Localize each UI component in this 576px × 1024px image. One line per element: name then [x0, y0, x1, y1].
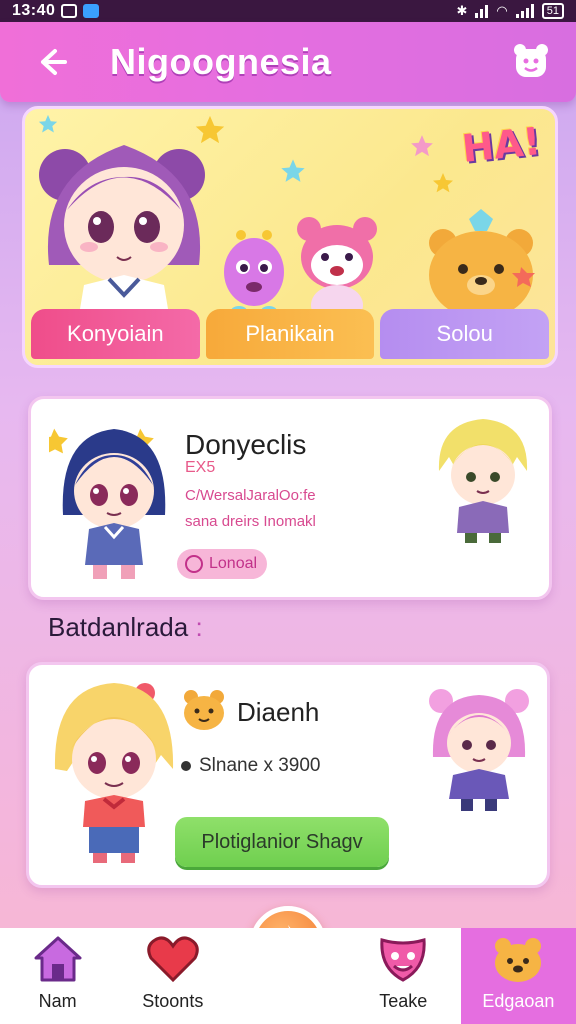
home-icon — [34, 936, 82, 982]
item-price-text: Slnane x 3900 — [199, 755, 321, 776]
nav-home[interactable]: Nam — [0, 928, 115, 1024]
bottom-navigation: Nam Stoonts Teake Edgaoan — [0, 928, 576, 1024]
featured-name: Donyeclis — [185, 429, 307, 460]
chip-icon — [185, 555, 203, 573]
orange-bear-badge-icon — [184, 690, 224, 730]
hero-banner[interactable]: HA! Konyoiain Planikain Solou — [22, 106, 558, 368]
item-name: Diaenh — [237, 697, 320, 727]
battery-icon: 51 — [541, 3, 564, 19]
section-title: Batdanlrada : — [48, 612, 203, 643]
star-icon — [281, 159, 305, 182]
page-title: Nigoognesia — [110, 41, 332, 82]
section-title-text: Batdanlrada — [48, 612, 189, 642]
orange-bear-illustration — [429, 209, 535, 319]
heart-icon — [147, 936, 199, 983]
status-bar: 13:40 ✱ ◠ 51 — [0, 0, 576, 22]
bluetooth-icon: ✱ — [456, 3, 468, 18]
featured-character-card[interactable]: Donyeclis EX5 C/WersalJaralOo:fe sana dr… — [28, 396, 552, 600]
nav-home-label: Nam — [38, 991, 77, 1011]
blue-hair-girl-illustration — [49, 428, 166, 579]
profile-button[interactable] — [508, 38, 554, 84]
pink-bear-illustration — [297, 217, 377, 323]
bear-icon — [495, 938, 542, 982]
item-price: Slnane x 3900 — [181, 755, 321, 777]
notification-icon — [61, 4, 78, 18]
item-action-button[interactable]: Plotiglanior Shagv — [175, 817, 389, 867]
star-icon — [433, 173, 453, 193]
nav-favorites-label: Stoonts — [142, 991, 204, 1011]
star-icon — [411, 135, 433, 157]
nav-profile[interactable]: Edgaoan — [460, 928, 576, 1024]
blonde-boy-illustration — [438, 419, 528, 543]
nav-take[interactable]: Teake — [346, 928, 461, 1024]
mask-icon — [380, 938, 426, 982]
wifi-icon: ◠ — [496, 3, 508, 18]
bear-profile-icon — [514, 44, 548, 77]
nav-center-spacer — [230, 928, 345, 1024]
banner-tab-2[interactable]: Planikain — [205, 309, 375, 359]
app-header: Nigoognesia — [0, 22, 576, 102]
banner-tab-3[interactable]: Solou — [380, 309, 550, 359]
chip-label: Lonoal — [209, 555, 258, 572]
nav-take-label: Teake — [379, 991, 428, 1011]
blonde-girl-illustration — [54, 683, 174, 863]
section-title-dots: : — [195, 612, 203, 642]
signal-icon — [475, 4, 489, 18]
app-notification-icon — [83, 4, 100, 18]
back-button[interactable] — [22, 32, 82, 92]
cell-signal-icon — [515, 4, 534, 18]
girl-character-illustration — [39, 145, 205, 315]
featured-code: EX5 — [185, 459, 216, 476]
ha-sticker: HA! — [460, 119, 544, 171]
item-card[interactable]: Diaenh Slnane x 3900 Plotiglanior Shagv — [26, 662, 550, 888]
nav-profile-label: Edgaoan — [482, 991, 555, 1011]
banner-tabs: Konyoiain Planikain Solou — [31, 309, 550, 359]
featured-desc-line2: sana dreirs Inomakl — [185, 513, 316, 530]
status-time: 13:40 — [12, 2, 56, 19]
purple-creature-illustration — [224, 230, 284, 316]
price-bullet-icon — [181, 761, 191, 771]
featured-desc-line1: C/WersalJaralOo:fe — [185, 487, 316, 504]
banner-tab-1[interactable]: Konyoiain — [31, 309, 200, 359]
back-arrow-icon — [41, 49, 67, 75]
nav-favorites[interactable]: Stoonts — [115, 928, 230, 1024]
pink-hair-girl-illustration — [429, 689, 529, 811]
featured-action-chip[interactable]: Lonoal — [177, 549, 268, 579]
